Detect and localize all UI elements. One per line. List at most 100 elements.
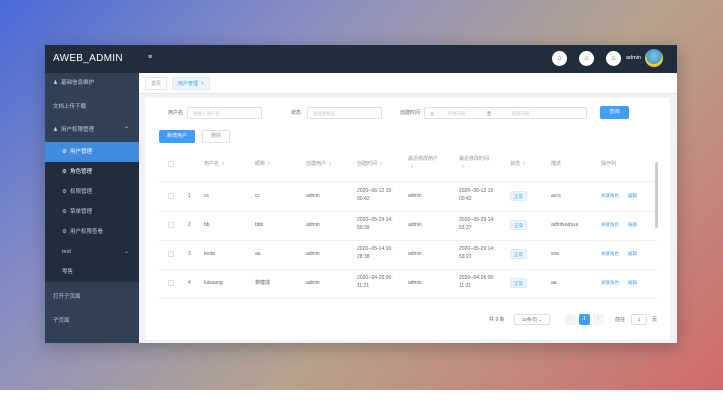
cell-nickname: bbb: [255, 222, 264, 228]
cell-creator: admin: [306, 193, 320, 199]
goto-page-input[interactable]: 1: [631, 314, 647, 325]
header-last-modified-time[interactable]: 最近修改时间 ⇕: [459, 155, 499, 171]
header-description: 描述: [551, 161, 562, 167]
sidebar-item-permission-management[interactable]: ⚙ 权限管理: [45, 182, 139, 202]
sort-icon: ⇕: [522, 161, 526, 166]
date-range-picker[interactable]: ▦ 开始日期 至 结束日期: [424, 107, 587, 119]
home-icon[interactable]: ⌂: [579, 51, 594, 66]
table-row: 4 luisuang 黎健成 admin 2020--04-26 06: 11:3…: [159, 269, 657, 299]
username-input[interactable]: 请输入用户名: [187, 107, 262, 119]
start-date-input[interactable]: 开始日期: [448, 111, 466, 116]
created-time-label: 创建时间: [400, 110, 421, 116]
table-scrollbar[interactable]: [655, 162, 658, 228]
sort-icon: ⇕: [410, 164, 414, 169]
cell-modified-time: 2020--06-12 15: 00:42: [459, 188, 495, 202]
link-assign-role[interactable]: 关联角色: [601, 280, 619, 286]
select-all-checkbox[interactable]: [168, 161, 174, 167]
avatar[interactable]: [645, 49, 663, 67]
status-badge: 正常: [510, 220, 527, 230]
sidebar-item-permission-view[interactable]: ⚙ 用户权限查看: [45, 222, 139, 242]
sidebar-item-open-subpage[interactable]: 打开子页面: [45, 287, 139, 307]
link-edit[interactable]: 编辑: [628, 222, 637, 228]
cell-modified-time: 2020--04-26 06: 11:31: [459, 275, 495, 289]
user-icon: ♟: [53, 80, 58, 86]
row-checkbox[interactable]: [168, 222, 174, 228]
sort-icon: ⇕: [221, 161, 225, 166]
gear-icon: ⚙: [62, 149, 67, 155]
cell-created-time: 2020--05-14 16: 28:38: [357, 246, 393, 260]
cell-modifier: admin: [408, 193, 422, 199]
header-username[interactable]: 用户名 ⇕: [204, 160, 225, 168]
home-icon[interactable]: ⌂: [606, 51, 621, 66]
cell-description: aa: [551, 280, 557, 286]
page-number-button[interactable]: 1: [579, 314, 590, 325]
row-checkbox[interactable]: [168, 251, 174, 257]
sidebar-item-basic-info[interactable]: ♟ 基础信息维护: [45, 73, 139, 93]
cell-nickname: cc: [255, 193, 260, 199]
cell-modified-time: 2020--05-29 14: 53:27: [459, 246, 495, 260]
row-checkbox[interactable]: [168, 193, 174, 199]
close-icon[interactable]: ×: [201, 81, 204, 87]
row-index: 3: [188, 251, 191, 257]
page-size-select[interactable]: 10条/页 ⌄: [514, 314, 550, 325]
sidebar-item-menu-management[interactable]: ⚙ 菜单管理: [45, 202, 139, 222]
cell-username: bb: [204, 222, 210, 228]
link-assign-role[interactable]: 关联角色: [601, 251, 619, 257]
status-badge: 正常: [510, 278, 527, 288]
gear-icon: ⚙: [62, 189, 67, 195]
sidebar-item-user-management[interactable]: ⚙ 用户管理: [45, 142, 139, 162]
current-user-name[interactable]: admin: [626, 55, 641, 61]
table-header: 用户名 ⇕ 昵称 ⇕ 创建用户 ⇕ 创建时间 ⇕ 最近修改用户 ⇕ 最近修改时间 ⇕ 状态 ⇕…: [159, 148, 657, 182]
tab-home[interactable]: 首页: [145, 77, 168, 90]
cell-created-time: 2020--04-26 06: 11:31: [357, 275, 393, 289]
query-button[interactable]: 查询: [600, 106, 629, 119]
cell-created-time: 2020--05-29 14: 50:39: [357, 217, 393, 231]
chevron-down-icon: ⌄: [538, 317, 543, 322]
row-checkbox[interactable]: [168, 280, 174, 286]
gear-icon: ⚙: [62, 169, 67, 175]
pagination-total: 共 9 条: [489, 317, 505, 323]
header-created-time[interactable]: 创建时间 ⇕: [357, 160, 383, 168]
cell-username: testa: [204, 251, 215, 257]
link-assign-role[interactable]: 关联角色: [601, 193, 619, 199]
menu-toggle-icon[interactable]: ≡: [148, 54, 152, 61]
status-select[interactable]: 请选择状态: [307, 107, 382, 119]
cell-modified-time: 2020--05-29 14: 53:37: [459, 217, 495, 231]
link-edit[interactable]: 编辑: [628, 251, 637, 257]
sidebar-item-role-management[interactable]: ⚙ 角色管理: [45, 162, 139, 182]
row-index: 1: [188, 193, 191, 199]
sidebar: ♟ 基础信息维护 文档上传下载 ♟ 用户权限管理 ⌃ ⚙ 用户管理 ⚙ 角色管理 ⚙ 权限…: [45, 73, 139, 343]
sidebar-item-retail[interactable]: 零售: [45, 262, 139, 282]
cell-modifier: admin: [408, 222, 422, 228]
gear-icon: ⚙: [62, 229, 67, 235]
link-assign-role[interactable]: 关联角色: [601, 222, 619, 228]
header-last-modifier[interactable]: 最近修改用户 ⇕: [408, 155, 448, 171]
sort-icon: ⇕: [267, 161, 271, 166]
header-creator[interactable]: 创建用户 ⇕: [306, 160, 332, 168]
sort-icon: ⇕: [461, 164, 465, 169]
chevron-up-icon: ⌃: [123, 127, 129, 133]
cell-creator: admin: [306, 251, 320, 257]
header-status[interactable]: 状态 ⇕: [510, 160, 526, 168]
link-edit[interactable]: 编辑: [628, 193, 637, 199]
range-separator: 至: [486, 111, 492, 116]
sidebar-item-test[interactable]: test ⌄: [45, 242, 139, 262]
cell-nickname: aa: [255, 251, 261, 257]
sidebar-item-subpage[interactable]: 子页面: [45, 311, 139, 331]
tab-user-management[interactable]: 用户管理 ×: [172, 77, 210, 90]
status-label: 状态: [291, 110, 302, 116]
prev-page-button[interactable]: ‹: [565, 314, 576, 325]
add-user-button[interactable]: 新增用户: [159, 130, 195, 143]
next-page-button[interactable]: ›: [593, 314, 604, 325]
tab-bar: 首页 用户管理 ×: [139, 73, 677, 94]
table-row: 1 cc cc admin 2020--06-12 15: 00:42 admin…: [159, 182, 657, 212]
link-edit[interactable]: 编辑: [628, 280, 637, 286]
cell-modifier: admin: [408, 251, 422, 257]
status-badge: 正常: [510, 249, 527, 259]
end-date-input[interactable]: 结束日期: [512, 111, 530, 116]
delete-button[interactable]: 删除: [202, 130, 230, 143]
sidebar-item-documents[interactable]: 文档上传下载: [45, 97, 139, 117]
home-icon[interactable]: ⌂: [552, 51, 567, 66]
header-nickname[interactable]: 昵称 ⇕: [255, 160, 271, 168]
sidebar-item-user-permissions[interactable]: ♟ 用户权限管理 ⌃: [45, 120, 139, 140]
